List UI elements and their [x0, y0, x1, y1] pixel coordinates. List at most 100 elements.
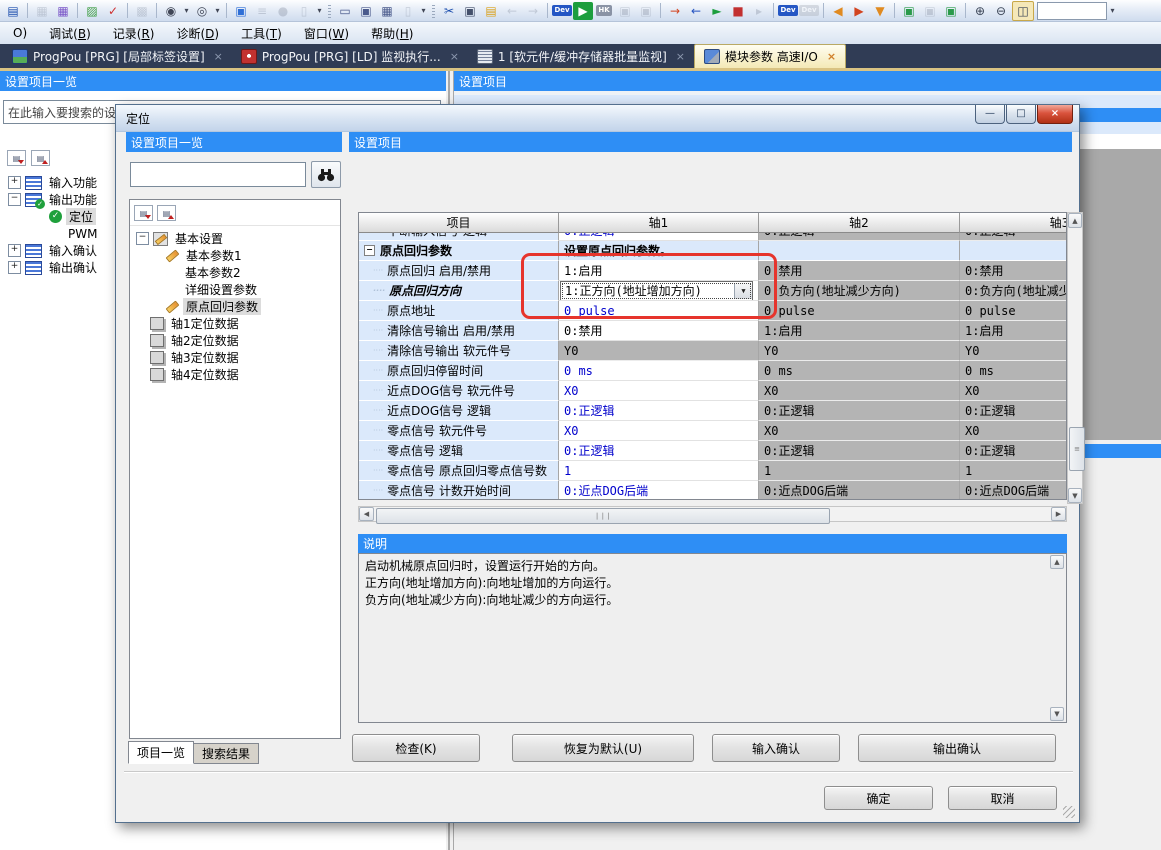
axis1-cell[interactable]: 0:正逻辑	[559, 401, 759, 421]
axis-value-cell[interactable]: 0:正逻辑	[759, 441, 960, 461]
tree-item-轴4定位数据[interactable]: 轴4定位数据	[136, 366, 340, 383]
cancel-button[interactable]: 取消	[948, 786, 1057, 810]
close-button[interactable]: ×	[1037, 105, 1073, 124]
scroll-down-icon[interactable]: ▼	[1068, 488, 1082, 503]
scroll-left-icon[interactable]: ◀	[359, 507, 374, 521]
expand-icon[interactable]: +	[8, 176, 21, 189]
monitor-start-icon[interactable]: ►	[707, 2, 727, 20]
axis-value-cell[interactable]: X0	[759, 381, 960, 401]
axis1-cell[interactable]: 0:正逻辑	[559, 441, 759, 461]
collapse-all-icon[interactable]: ▤	[134, 205, 153, 221]
axis-value-cell[interactable]: 0:负方向(地址减少方向)	[759, 281, 960, 301]
tree-item-输出功能[interactable]: −✓输出功能	[6, 191, 100, 208]
tree-item-基本参数1[interactable]: 基本参数1	[136, 247, 340, 264]
tab-close-icon[interactable]: ×	[450, 50, 459, 63]
document-tab[interactable]: ProgPou [PRG] [局部标签设置]×	[3, 45, 232, 68]
docking-window-icon[interactable]: ▤	[3, 2, 23, 20]
program-gray-icon[interactable]: ▦	[32, 2, 52, 20]
collapse-all-icon[interactable]: ▤	[7, 150, 26, 166]
input-confirm-button[interactable]: 输入确认	[712, 734, 840, 762]
program-edit-icon[interactable]: ▦	[53, 2, 73, 20]
toolbar-overflow-icon[interactable]: ▾	[315, 2, 324, 20]
tab-search-result[interactable]: 搜索结果	[193, 743, 259, 764]
axis-value-cell[interactable]: 0:正逻辑	[960, 233, 1066, 241]
ref2-disabled-icon[interactable]: ▣	[636, 2, 656, 20]
axis-value-cell[interactable]: 0:近点DOG后端	[960, 481, 1067, 500]
axis1-cell[interactable]: 0:近点DOG后端	[559, 481, 759, 500]
axis-value-cell[interactable]: X0	[960, 381, 1067, 401]
set-display-icon[interactable]: ◉	[161, 2, 181, 20]
axis-value-cell[interactable]: 0:近点DOG后端	[759, 481, 960, 500]
find-window-icon[interactable]: ▣	[231, 2, 251, 20]
menu-item-诊断D[interactable]: 诊断(D)	[165, 23, 230, 44]
menu-item-窗口W[interactable]: 窗口(W)	[293, 23, 360, 44]
axis1-cell[interactable]: 1	[559, 461, 759, 481]
tab-close-icon[interactable]: ×	[676, 50, 685, 63]
binoculars-disabled-icon[interactable]: ●	[273, 2, 293, 20]
axis-value-cell[interactable]: 1	[960, 461, 1067, 481]
minimize-button[interactable]: —	[975, 105, 1005, 124]
tree-item-原点回归参数[interactable]: 原点回归参数	[136, 298, 340, 315]
menu-item-调试B[interactable]: 调试(B)	[38, 23, 102, 44]
tree-item-详细设置参数[interactable]: 详细设置参数	[136, 281, 340, 298]
ref-disabled-icon[interactable]: ▣	[615, 2, 635, 20]
set-display-caret-icon[interactable]: ▾	[182, 2, 191, 20]
redo-disabled-icon[interactable]: →	[523, 2, 543, 20]
axis-value-cell[interactable]: 0 ms	[759, 361, 960, 381]
toolbar-overflow3-icon[interactable]: ▾	[1108, 2, 1117, 20]
axis-value-cell[interactable]: 0:正逻辑	[960, 401, 1067, 421]
document-tab[interactable]: 1 [软元件/缓冲存储器批量监视]×	[468, 45, 694, 68]
watch-grid-icon[interactable]: ▦	[377, 2, 397, 20]
merge-disabled-icon[interactable]: ≡	[252, 2, 272, 20]
axis1-cell[interactable]: X0	[559, 421, 759, 441]
spell-check-icon[interactable]: ✓	[103, 2, 123, 20]
tree-item-轴2定位数据[interactable]: 轴2定位数据	[136, 332, 340, 349]
device-search-caret-icon[interactable]: ▾	[213, 2, 222, 20]
output-confirm-button[interactable]: 输出确认	[858, 734, 1056, 762]
memory-monitor-icon[interactable]: ▭	[335, 2, 355, 20]
axis-value-cell[interactable]: 1	[759, 461, 960, 481]
axis-value-cell[interactable]: 0:负方向(地址减少方向)	[960, 281, 1067, 301]
page-next-icon[interactable]: ▼	[870, 2, 890, 20]
axis-value-cell[interactable]: Y0	[559, 341, 759, 361]
restore-button[interactable]: □	[1006, 105, 1036, 124]
window-monitor2-icon[interactable]: ▣	[941, 2, 961, 20]
axis1-cell[interactable]: 0:正逻辑	[559, 233, 759, 241]
axis-value-cell[interactable]: 0:禁用	[759, 261, 960, 281]
menu-item-记录R[interactable]: 记录(R)	[102, 23, 166, 44]
zoom-combobox[interactable]	[1037, 2, 1107, 20]
monitor-terminal-icon[interactable]: ▶	[573, 2, 593, 20]
dialog-search-input[interactable]	[130, 162, 306, 187]
axis-value-cell[interactable]: Y0	[759, 341, 960, 361]
axis-value-cell[interactable]: 0:正逻辑	[759, 233, 960, 241]
tree-item-轴1定位数据[interactable]: 轴1定位数据	[136, 315, 340, 332]
clipboard-disabled-icon[interactable]: ▯	[294, 2, 314, 20]
expand-all-icon[interactable]: ▤	[31, 150, 50, 166]
toolbar-overflow2-icon[interactable]: ▾	[419, 2, 428, 20]
tab-close-icon[interactable]: ×	[214, 50, 223, 63]
menu-item-工具T[interactable]: 工具(T)	[230, 23, 293, 44]
page-prev-icon[interactable]: ◀	[828, 2, 848, 20]
page-write-icon[interactable]: ▶	[849, 2, 869, 20]
axis-value-cell[interactable]: 0 pulse	[960, 301, 1067, 321]
expand-all-icon[interactable]: ▤	[157, 205, 176, 221]
tree-item-输入功能[interactable]: +输入功能	[6, 174, 100, 191]
collapse-icon[interactable]: −	[8, 193, 21, 206]
device-find-icon[interactable]: Dev	[552, 2, 572, 20]
resize-grip[interactable]	[1063, 806, 1075, 818]
dev-off-icon[interactable]: Dev	[799, 2, 819, 20]
check-button[interactable]: 检查(K)	[352, 734, 480, 762]
ok-button[interactable]: 确定	[824, 786, 933, 810]
scroll-down-icon[interactable]: ▼	[1050, 707, 1064, 721]
user-disabled-icon[interactable]: ▯	[398, 2, 418, 20]
axis1-cell[interactable]: 0:禁用	[559, 321, 759, 341]
axis-value-cell[interactable]: 0 pulse	[759, 301, 960, 321]
axis1-cell[interactable]: 0 ms	[559, 361, 759, 381]
undo-disabled-icon[interactable]: ←	[502, 2, 522, 20]
verify-disabled-icon[interactable]: ▸	[749, 2, 769, 20]
menu-item-O[interactable]: O)	[2, 24, 38, 42]
axis-value-cell[interactable]: 0 ms	[960, 361, 1067, 381]
table-vertical-scrollbar[interactable]: ▲ ≡ ▼	[1067, 212, 1083, 504]
scrollbar-thumb[interactable]: ≡	[1069, 427, 1085, 471]
tree-item-输入确认[interactable]: +输入确认	[6, 242, 100, 259]
